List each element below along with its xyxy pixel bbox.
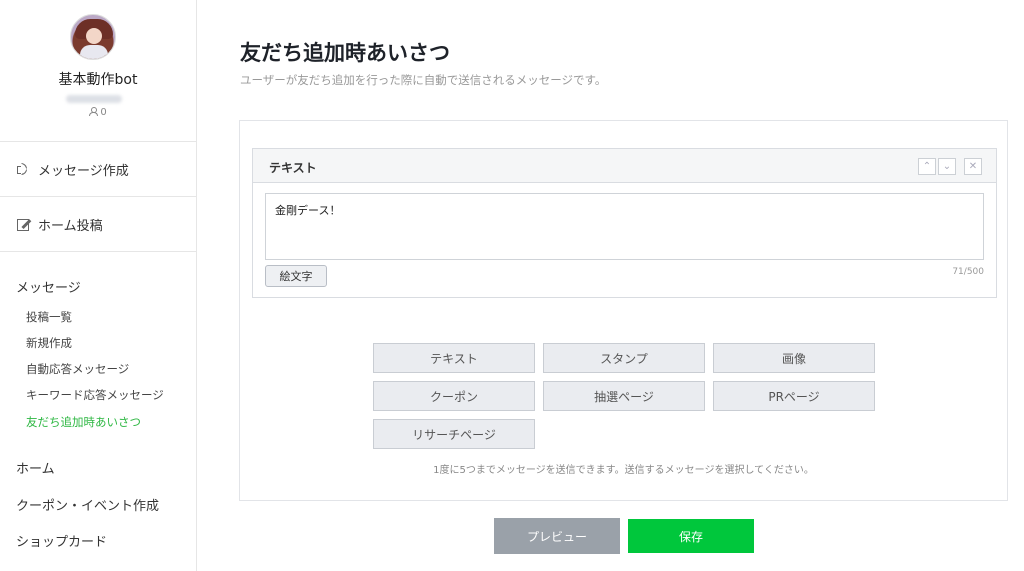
nav-home[interactable]: ホーム xyxy=(16,458,55,477)
add-text-button[interactable]: テキスト xyxy=(373,343,535,373)
text-message-card: テキスト ⌃ ⌄ ✕ 金剛デース！ 絵文字 71/500 xyxy=(252,148,997,298)
message-text-input[interactable]: 金剛デース！ xyxy=(265,193,984,260)
sidebar: 基本動作bot 0 メッセージ作成 ホーム投稿 メッセージ 投稿一覧 新規作成 … xyxy=(0,0,197,571)
nav-home-post[interactable]: ホーム投稿 xyxy=(0,197,196,252)
sidebar-item-auto-reply[interactable]: 自動応答メッセージ xyxy=(26,361,129,377)
limit-hint: 1度に5つまでメッセージを送信できます。送信するメッセージを選択してください。 xyxy=(433,465,814,476)
emoji-button[interactable]: 絵文字 xyxy=(265,265,327,287)
add-coupon-button[interactable]: クーポン xyxy=(373,381,535,411)
edit-icon xyxy=(16,217,30,231)
nav-shop-card[interactable]: ショップカード xyxy=(16,531,107,550)
bot-id-blurred xyxy=(66,95,122,103)
speaker-icon xyxy=(16,162,30,176)
message-editor-panel: テキスト ⌃ ⌄ ✕ 金剛デース！ 絵文字 71/500 テキスト スタンプ 画… xyxy=(239,120,1008,501)
card-header: テキスト ⌃ ⌄ ✕ xyxy=(253,149,996,183)
message-section-title[interactable]: メッセージ xyxy=(16,277,81,296)
avatar[interactable] xyxy=(70,14,116,60)
add-lottery-button[interactable]: 抽選ページ xyxy=(543,381,705,411)
page-description: ユーザーが友だち追加を行った際に自動で送信されるメッセージです。 xyxy=(240,73,607,87)
person-icon xyxy=(89,107,99,116)
nav-coupon-event[interactable]: クーポン・イベント作成 xyxy=(16,495,159,514)
sidebar-item-friend-greeting[interactable]: 友だち追加時あいさつ xyxy=(26,414,141,430)
add-image-button[interactable]: 画像 xyxy=(713,343,875,373)
friend-count: 0 xyxy=(0,107,196,118)
add-sticker-button[interactable]: スタンプ xyxy=(543,343,705,373)
nav-message-create[interactable]: メッセージ作成 xyxy=(0,142,196,197)
card-title: テキスト xyxy=(269,161,317,175)
sidebar-item-new[interactable]: 新規作成 xyxy=(26,335,72,351)
bot-profile: 基本動作bot 0 xyxy=(0,0,196,142)
close-icon[interactable]: ✕ xyxy=(964,158,982,175)
save-button[interactable]: 保存 xyxy=(628,519,754,553)
bot-name: 基本動作bot xyxy=(58,72,138,88)
chevron-down-icon[interactable]: ⌄ xyxy=(938,158,956,175)
add-research-button[interactable]: リサーチページ xyxy=(373,419,535,449)
sidebar-item-keyword-reply[interactable]: キーワード応答メッセージ xyxy=(26,387,164,403)
add-pr-page-button[interactable]: PRページ xyxy=(713,381,875,411)
preview-button[interactable]: プレビュー xyxy=(494,518,620,554)
chevron-up-icon[interactable]: ⌃ xyxy=(918,158,936,175)
sidebar-item-post-list[interactable]: 投稿一覧 xyxy=(26,309,72,325)
page-title: 友だち追加時あいさつ xyxy=(240,41,450,65)
char-counter: 71/500 xyxy=(952,267,984,277)
